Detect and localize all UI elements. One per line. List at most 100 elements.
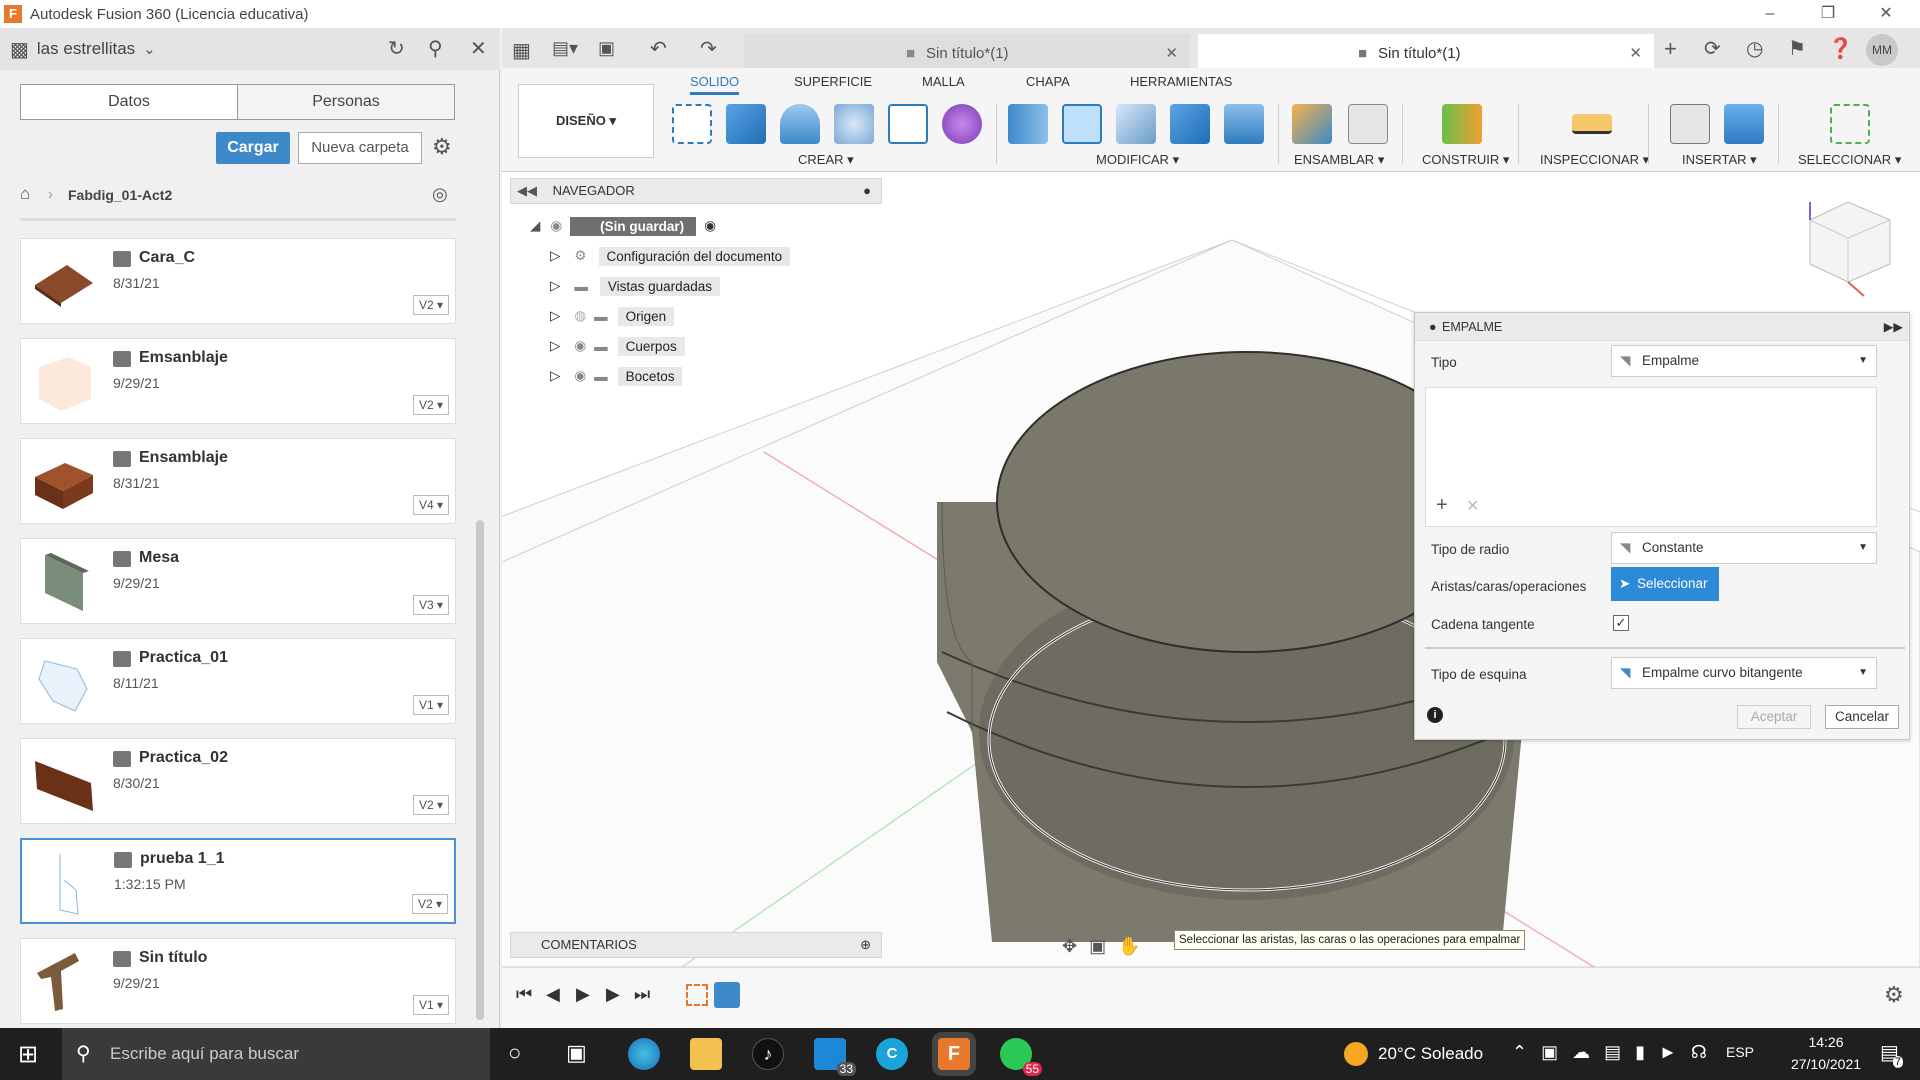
team-name[interactable]: las estrellitas: [37, 39, 135, 59]
version-dropdown[interactable]: V4 ▾: [413, 495, 449, 515]
file-item[interactable]: Emsanblaje 9/29/21 V2 ▾: [20, 338, 456, 424]
combine-icon[interactable]: [1224, 104, 1264, 144]
version-dropdown[interactable]: V2 ▾: [413, 795, 449, 815]
task-view-icon[interactable]: ▣: [566, 1040, 587, 1066]
workspace-selector[interactable]: DISEÑO ▾: [518, 84, 654, 158]
cancel-button[interactable]: Cancelar: [1825, 705, 1899, 729]
file-explorer-icon[interactable]: [690, 1038, 722, 1070]
remove-icon[interactable]: ✕: [1466, 496, 1479, 516]
minimize-button[interactable]: –: [1742, 0, 1798, 28]
close-panel-icon[interactable]: ✕: [470, 36, 487, 61]
radio-type-select[interactable]: Constante ▼ ◥: [1611, 532, 1877, 564]
search-icon[interactable]: ⚲: [428, 36, 443, 61]
selection-list[interactable]: + ✕: [1425, 387, 1877, 527]
joint-icon[interactable]: [1348, 104, 1388, 144]
version-dropdown[interactable]: V3 ▾: [413, 595, 449, 615]
extrude-icon[interactable]: [726, 104, 766, 144]
file-item[interactable]: Mesa 9/29/21 V3 ▾: [20, 538, 456, 624]
file-menu-icon[interactable]: ▤▾: [552, 38, 578, 59]
group-crear[interactable]: CREAR ▾: [798, 152, 854, 168]
file-item-selected[interactable]: prueba 1_1 1:32:15 PM V2 ▾: [20, 838, 456, 924]
redo-icon[interactable]: ↷: [700, 36, 717, 61]
look-at-icon[interactable]: ▣: [1089, 936, 1118, 956]
pan-icon[interactable]: ✋: [1118, 936, 1152, 956]
group-construir[interactable]: CONSTRUIR ▾: [1422, 152, 1509, 168]
form-icon[interactable]: [942, 104, 982, 144]
store-icon[interactable]: 33: [814, 1038, 856, 1076]
extensions-icon[interactable]: ⟳: [1704, 36, 1721, 61]
undo-icon[interactable]: ↶: [650, 36, 667, 61]
fusion-taskbar-icon[interactable]: F: [938, 1038, 970, 1070]
windows-start-icon[interactable]: ⊞: [18, 1040, 38, 1069]
upload-button[interactable]: Cargar: [216, 132, 290, 164]
weather-text[interactable]: 20°C Soleado: [1378, 1044, 1483, 1064]
nav-item-bodies[interactable]: ▷ ◉ ▬ Cuerpos: [550, 332, 685, 360]
sketch-feature-icon[interactable]: [686, 984, 708, 1006]
comments-header[interactable]: COMENTARIOS ⊕: [510, 932, 882, 958]
scrollbar[interactable]: [476, 520, 484, 1020]
ok-button[interactable]: Aceptar: [1737, 705, 1811, 729]
job-status-icon[interactable]: ◷: [1746, 36, 1763, 61]
select-icon[interactable]: [1830, 104, 1870, 144]
add-comment-icon[interactable]: ⊕: [860, 933, 871, 957]
orbit-icon[interactable]: ✥: [1062, 936, 1089, 956]
file-item[interactable]: Cara_C 8/31/21 V2 ▾: [20, 238, 456, 324]
insert-image-icon[interactable]: [1724, 104, 1764, 144]
offset-plane-icon[interactable]: [1442, 104, 1482, 144]
group-ensamblar[interactable]: ENSAMBLAR ▾: [1294, 152, 1384, 168]
grid-menu-icon[interactable]: ▦: [512, 38, 531, 63]
version-dropdown[interactable]: V1 ▾: [413, 995, 449, 1015]
nav-item-sketches[interactable]: ▷ ◉ ▬ Bocetos: [550, 362, 683, 390]
new-folder-button[interactable]: Nueva carpeta: [298, 132, 422, 164]
first-step-icon[interactable]: ⏮: [516, 984, 532, 1005]
tangent-chain-checkbox[interactable]: ✓: [1613, 615, 1629, 631]
navigation-bar[interactable]: ✥▣✋: [1062, 936, 1153, 957]
notification-center-icon[interactable]: ▤7: [1880, 1040, 1909, 1068]
globe-icon[interactable]: ◎: [432, 184, 448, 205]
file-item[interactable]: Ensamblaje 8/31/21 V4 ▾: [20, 438, 456, 524]
play-icon[interactable]: ▶: [576, 984, 590, 1005]
fillet-icon[interactable]: [1062, 104, 1102, 144]
extrude-feature-icon[interactable]: [714, 982, 740, 1008]
weather-sun-icon[interactable]: [1344, 1042, 1368, 1066]
nav-item-named-views[interactable]: ▷ ▬ Vistas guardadas: [550, 272, 720, 300]
refresh-icon[interactable]: ↻: [388, 36, 405, 61]
tab-chapa[interactable]: CHAPA: [1026, 74, 1070, 89]
group-insertar[interactable]: INSERTAR ▾: [1682, 152, 1757, 168]
navigator-header[interactable]: ◀◀ NAVEGADOR ●: [510, 178, 882, 204]
c-app-icon[interactable]: C: [876, 1038, 908, 1070]
cortana-icon[interactable]: ○: [508, 1040, 521, 1066]
group-inspeccionar[interactable]: INSPECCIONAR ▾: [1540, 152, 1649, 168]
insert-derive-icon[interactable]: [1670, 104, 1710, 144]
nav-item-document-settings[interactable]: ▷ ⚙ Configuración del documento: [550, 242, 791, 270]
version-dropdown[interactable]: V2 ▾: [413, 395, 449, 415]
breadcrumb[interactable]: Fabdig_01-Act2: [68, 187, 172, 203]
notifications-icon[interactable]: ⚑: [1788, 36, 1806, 61]
tab-solido[interactable]: SOLIDO: [690, 74, 740, 95]
corner-type-select[interactable]: Empalme curvo bitangente ▼ ◥: [1611, 657, 1877, 689]
home-icon[interactable]: ⌂: [20, 184, 30, 204]
chevron-down-icon[interactable]: ⌄: [143, 40, 156, 58]
eye-icon[interactable]: ◉: [550, 218, 562, 234]
target-icon[interactable]: ◉: [704, 218, 716, 234]
shell-icon[interactable]: [1170, 104, 1210, 144]
language-indicator[interactable]: ESP: [1726, 1044, 1754, 1060]
system-tray[interactable]: ⌃▣☁▤▮►☊: [1512, 1042, 1721, 1063]
whatsapp-icon[interactable]: 55: [1000, 1038, 1042, 1076]
version-dropdown[interactable]: V1 ▾: [413, 695, 449, 715]
sweep-icon[interactable]: [834, 104, 874, 144]
close-window-button[interactable]: ✕: [1858, 0, 1914, 28]
eye-icon[interactable]: ◉: [574, 368, 586, 384]
group-modificar[interactable]: MODIFICAR ▾: [1096, 152, 1179, 168]
new-tab-icon[interactable]: +: [1664, 36, 1677, 62]
chamfer-icon[interactable]: [1116, 104, 1156, 144]
tab-datos[interactable]: Datos: [20, 84, 238, 120]
clock-time[interactable]: 14:26: [1792, 1034, 1860, 1050]
restore-button[interactable]: ❐: [1800, 0, 1856, 28]
last-step-icon[interactable]: ⏭: [634, 984, 650, 1005]
tiktok-icon[interactable]: ♪: [752, 1038, 784, 1070]
next-step-icon[interactable]: ▶: [606, 984, 620, 1005]
expand-dialog-icon[interactable]: ▶▶: [1884, 313, 1903, 341]
create-sketch-icon[interactable]: [672, 104, 712, 144]
avatar[interactable]: MM: [1866, 34, 1898, 66]
